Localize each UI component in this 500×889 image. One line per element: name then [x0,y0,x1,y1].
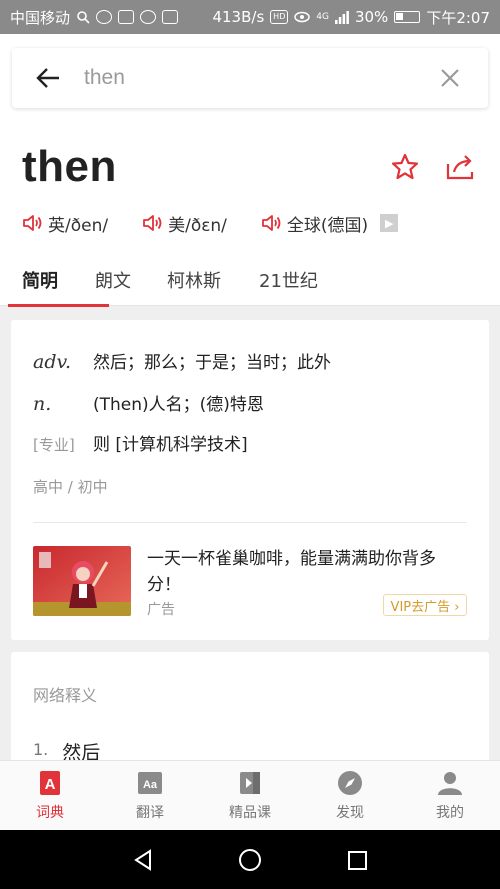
section-title: 网络释义 [33,686,98,705]
dictionary-icon: A [40,771,60,795]
nav-dictionary[interactable]: A 词典 [0,761,100,831]
remove-ads-button[interactable]: VIP去广告 › [383,594,467,616]
status-left: 中国移动 [10,7,179,28]
definition-row: n. (Then)人名；(德)特恩 [33,390,264,415]
phonetic-us[interactable]: 美/ðɛn/ [142,211,227,236]
network-speed: 413B/s [212,8,265,26]
ad-image[interactable] [33,546,131,616]
chevron-right-icon[interactable]: ▶ [380,214,399,232]
domain-tag: [专业] [33,436,75,454]
eye-icon [294,11,311,23]
carrier-label: 中国移动 [10,8,71,27]
definition-text: (Then)人名；(德)特恩 [93,395,264,415]
nav-course[interactable]: 精品课 [200,761,300,831]
dictionary-tabs: 简明 朗文 柯林斯 21世纪 [0,254,500,307]
definition-row: adv. 然后；那么；于是；当时；此外 [33,348,331,373]
search-input[interactable]: then [84,66,412,90]
speaker-icon [23,215,42,231]
search-notification-icon [77,11,90,24]
part-of-speech: adv. [33,351,72,373]
nav-discover[interactable]: 发现 [300,761,400,831]
tab-21st-century[interactable]: 21世纪 [259,254,349,306]
translate-icon: Aa [138,772,162,794]
status-bar: 中国移动 413B/s HD 4G 30% 下午2:07 [0,0,500,34]
level-label: 高中 / 初中 [33,478,108,496]
clock: 下午2:07 [426,8,490,27]
compass-icon [338,771,362,795]
back-triangle-icon[interactable] [131,848,155,872]
profile-icon [438,772,462,795]
status-right: 413B/s HD 4G 30% 下午2:07 [212,7,490,28]
part-of-speech: n. [33,393,52,415]
nav-label: 发现 [336,805,364,821]
word-header: then then 英/ðen/ 美/ðɛn/ 全球(德国) ▶ 简明 朗文 柯… [0,34,500,307]
phonetic-global[interactable]: 全球(德国) ▶ [261,211,399,236]
badge-notification-icon [140,10,157,24]
nav-profile[interactable]: 我的 [400,761,500,831]
battery-icon [394,11,421,23]
phonetic-us-label: 美/ðɛn/ [168,215,227,236]
definition-row: [专业] 则 [计算机科学技术] [33,430,248,455]
divider [33,522,467,523]
nav-label: 我的 [436,805,464,821]
network-type: 4G [316,12,329,22]
message-notification-icon [162,10,179,24]
definition-text: 则 [计算机科学技术] [93,435,248,455]
svg-text:A: A [45,776,56,793]
back-arrow-icon[interactable] [12,48,84,108]
home-circle-icon[interactable] [237,847,263,873]
ad-headline[interactable]: 一天一杯雀巢咖啡，能量满满助你背多分！ [147,546,467,598]
nav-translate[interactable]: Aa 翻译 [100,761,200,831]
ad-label: 广告 [147,602,175,618]
signal-icon [334,10,349,24]
battery-percent: 30% [354,8,389,26]
bottom-nav: A 词典 Aa 翻译 精品课 发现 我的 [0,760,500,830]
system-nav-bar [0,830,500,889]
hd-icon: HD [270,10,289,24]
nav-label: 翻译 [136,805,164,821]
definition-card: adv. 然后；那么；于是；当时；此外 n. (Then)人名；(德)特恩 [专… [11,320,489,640]
app-notification-icon [96,10,113,24]
recents-square-icon[interactable] [345,848,369,872]
clear-icon[interactable] [412,48,488,108]
star-icon[interactable] [390,152,420,182]
headword: then [22,142,117,191]
phonetic-global-label: 全球(德国) [286,215,369,236]
share-icon[interactable] [444,152,476,182]
search-bar: then [12,48,488,108]
definition-text: 然后；那么；于是；当时；此外 [93,353,331,373]
speaker-icon [262,215,281,231]
nav-label: 精品课 [229,805,271,821]
tab-collins[interactable]: 柯林斯 [167,254,259,306]
course-icon [240,772,260,794]
tab-concise[interactable]: 简明 [8,254,109,307]
nav-label: 词典 [36,805,64,821]
tab-longman[interactable]: 朗文 [95,254,167,306]
phonetic-uk-label: 英/ðen/ [48,215,109,236]
svg-text:Aa: Aa [143,779,158,791]
speaker-icon [143,215,162,231]
phonetic-uk[interactable]: 英/ðen/ [22,211,108,236]
phonetics-row: 英/ðen/ 美/ðɛn/ 全球(德国) ▶ [22,210,399,236]
game-notification-icon [118,10,135,24]
